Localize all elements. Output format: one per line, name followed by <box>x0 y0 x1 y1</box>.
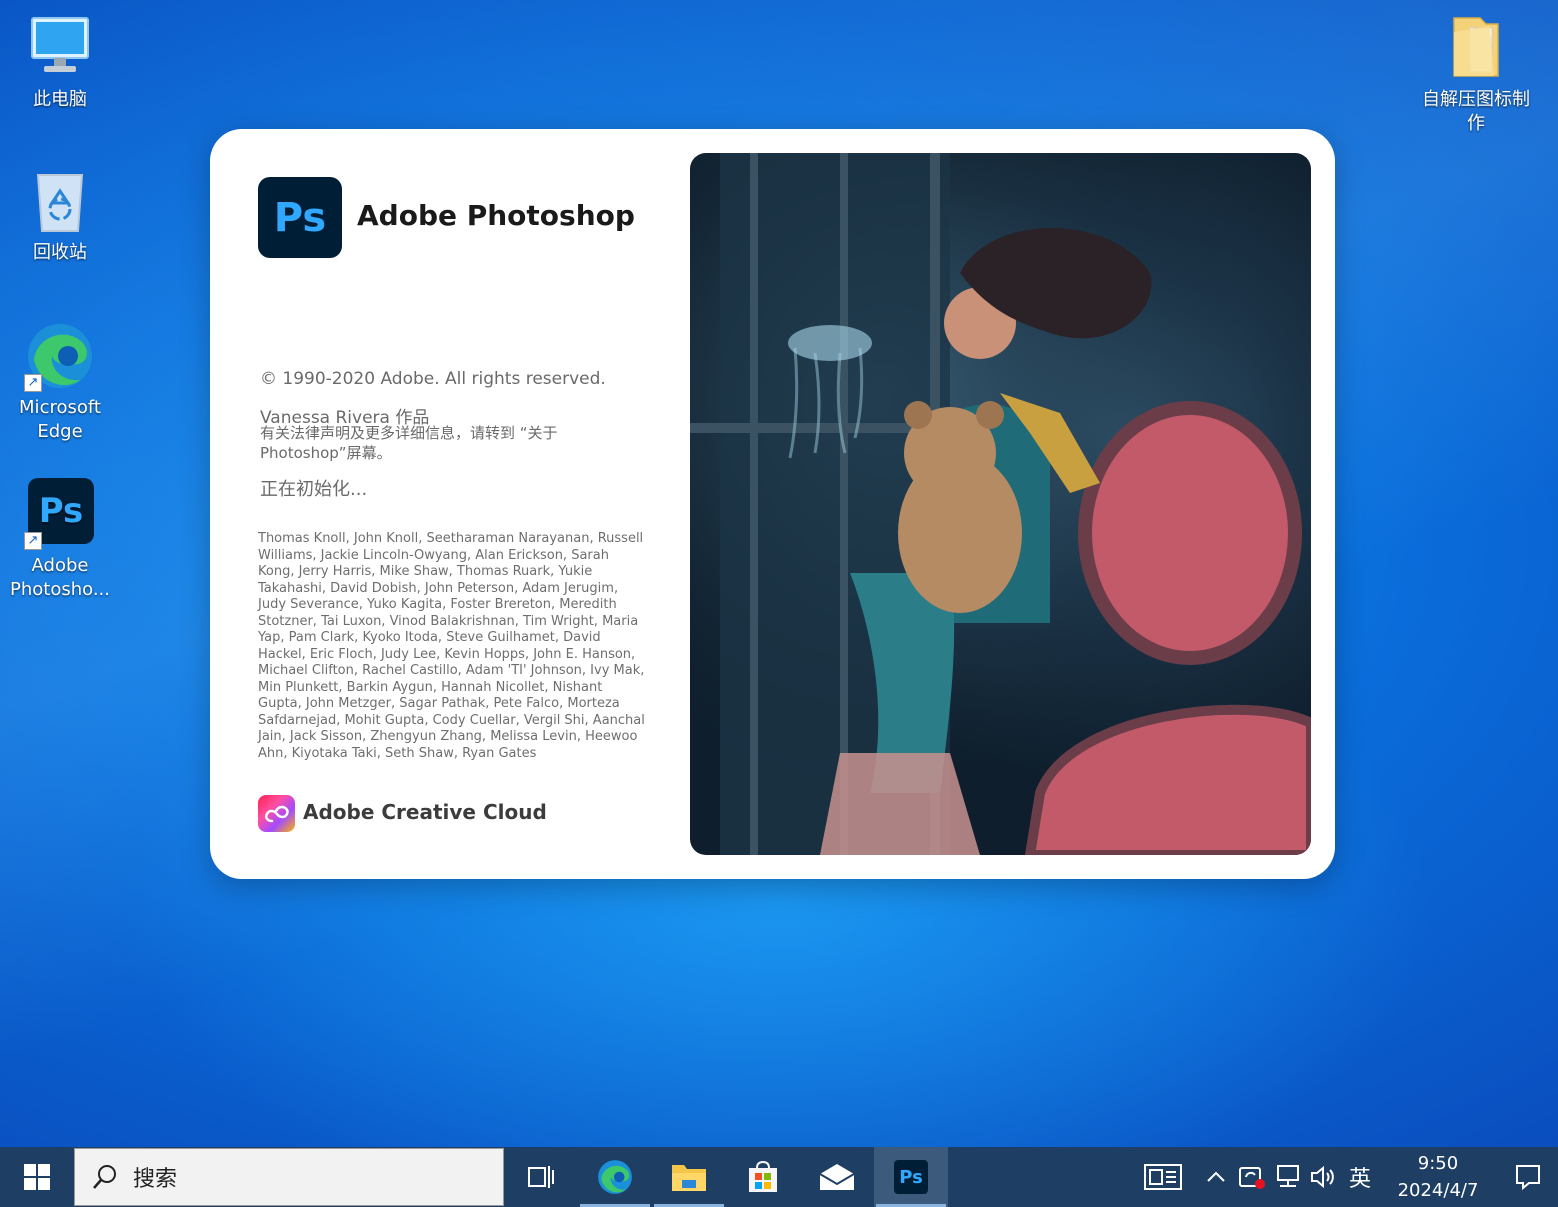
tray-sync-button[interactable] <box>1234 1147 1270 1207</box>
taskbar-search-box[interactable]: 搜索 <box>74 1148 504 1206</box>
taskbar-mail-button[interactable] <box>800 1147 874 1207</box>
clock-date: 2024/4/7 <box>1397 1180 1479 1201</box>
app-name: Adobe Photoshop <box>357 199 635 232</box>
start-button[interactable] <box>0 1147 74 1207</box>
tray-network-button[interactable] <box>1270 1147 1306 1207</box>
taskbar: 搜索 Ps 英 9:50 2024/4/7 <box>0 1147 1558 1207</box>
tray-volume-button[interactable] <box>1306 1147 1342 1207</box>
desktop-icon-this-pc[interactable]: 此电脑 <box>5 12 115 112</box>
clock-time: 9:50 <box>1417 1153 1459 1174</box>
mail-icon <box>819 1164 855 1190</box>
photoshop-icon: Ps <box>894 1160 928 1194</box>
desktop-icon-label: Microsoft Edge <box>19 397 101 442</box>
photoshop-logo-icon: Ps <box>258 177 342 258</box>
edge-icon <box>598 1160 632 1194</box>
input-method-indicator[interactable]: 英 <box>1342 1147 1378 1207</box>
creative-cloud-name: Adobe Creative Cloud <box>303 800 547 824</box>
shortcut-arrow-icon: ↗ <box>24 532 42 550</box>
store-icon <box>749 1160 777 1192</box>
task-view-button[interactable] <box>504 1147 578 1207</box>
task-view-icon <box>528 1166 554 1188</box>
legal-notice: 有关法律声明及更多详细信息，请转到 “关于 Photoshop”屏幕。 <box>260 424 558 462</box>
copyright-text: © 1990-2020 Adobe. All rights reserved. <box>260 369 606 389</box>
news-icon <box>1144 1164 1182 1190</box>
edge-icon: ↗ <box>24 320 96 392</box>
photoshop-splash-window: Ps Adobe Photoshop © 1990-2020 Adobe. Al… <box>210 129 1335 879</box>
network-icon <box>1277 1165 1299 1187</box>
taskbar-clock[interactable]: 9:50 2024/4/7 <box>1378 1150 1498 1204</box>
taskbar-photoshop-button[interactable]: Ps <box>874 1147 948 1207</box>
sync-alert-icon <box>1239 1167 1265 1189</box>
news-widget-button[interactable] <box>1128 1147 1198 1207</box>
splash-artwork <box>690 153 1311 855</box>
search-icon <box>93 1165 116 1189</box>
shortcut-arrow-icon: ↗ <box>24 374 42 392</box>
desktop-icon-recycle-bin[interactable]: 回收站 <box>5 165 115 265</box>
creative-cloud-logo-icon <box>258 795 295 832</box>
notification-icon <box>1516 1165 1540 1190</box>
windows-logo-icon <box>24 1164 50 1190</box>
folder-icon <box>1440 12 1512 84</box>
chevron-up-icon <box>1207 1171 1225 1182</box>
recycle-bin-icon <box>24 165 96 237</box>
photoshop-icon: Ps ↗ <box>24 478 96 550</box>
taskbar-edge-button[interactable] <box>578 1147 652 1207</box>
action-center-button[interactable] <box>1498 1147 1558 1207</box>
monitor-icon <box>24 12 96 84</box>
speaker-icon <box>1311 1165 1334 1189</box>
search-placeholder: 搜索 <box>133 1167 178 1192</box>
desktop-icon-label: 此电脑 <box>33 89 87 110</box>
desktop-icon-sfx-folder[interactable]: 自解压图标制作 <box>1421 12 1531 136</box>
taskbar-store-button[interactable] <box>726 1147 800 1207</box>
credits-list: Thomas Knoll, John Knoll, Seetharaman Na… <box>258 531 645 761</box>
taskbar-file-explorer-button[interactable] <box>652 1147 726 1207</box>
desktop-icon-edge[interactable]: ↗ Microsoft Edge <box>5 320 115 444</box>
desktop-icon-label: 回收站 <box>33 242 87 263</box>
desktop-icon-photoshop[interactable]: Ps ↗ Adobe Photosho... <box>5 478 115 602</box>
loading-status: 正在初始化... <box>260 479 368 500</box>
folder-icon <box>672 1165 706 1191</box>
desktop-icon-label: 自解压图标制作 <box>1422 89 1530 134</box>
show-hidden-icons-button[interactable] <box>1198 1147 1234 1207</box>
desktop-icon-label: Adobe Photosho... <box>10 555 110 600</box>
